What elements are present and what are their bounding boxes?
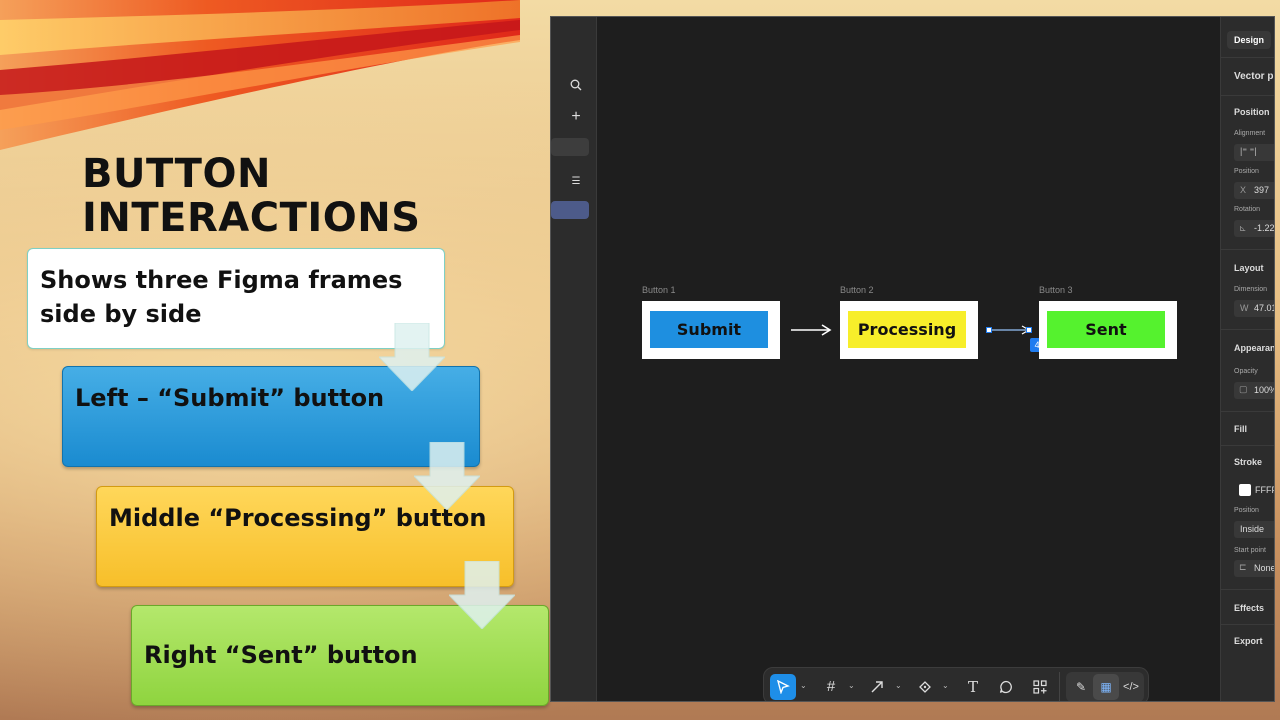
figma-screenshot: + ☰ Button 1 Submit Button 2 Processing … [550,16,1275,702]
chevron-down-icon[interactable]: ⌄ [848,681,855,690]
draw-mode-icon[interactable]: ✎ [1068,674,1094,700]
w-value: 47.01 [1254,303,1275,313]
stroke-heading: Stroke [1234,457,1263,467]
effects-heading: Effects [1234,603,1265,613]
dimensions-label: Dimension [1234,286,1268,293]
tab-design[interactable]: Design [1227,31,1271,49]
divider [1221,445,1274,446]
start-point-select[interactable]: ⊏ None [1234,560,1275,577]
divider [1221,249,1274,250]
arrow-right-icon [791,324,832,336]
divider [1221,411,1274,412]
design-mode-icon[interactable]: ▦ [1093,674,1119,700]
divider [1221,57,1274,58]
frame-label: Button 3 [1039,285,1073,295]
figma-canvas[interactable]: Button 1 Submit Button 2 Processing 47.0… [597,17,1220,701]
pen-icon[interactable] [912,674,938,700]
line-end-icon: ⊏ [1239,562,1247,572]
w-prefix: W [1240,303,1249,313]
stroke-color-value: FFFF [1255,485,1275,495]
x-position-field[interactable]: X 397 [1234,182,1274,199]
rotation-label: Rotation [1234,206,1261,213]
alignment-controls[interactable]: |⁼ ⁼| [1234,144,1274,161]
comment-icon[interactable] [993,674,1019,700]
stroke-color-swatch[interactable] [1239,484,1251,496]
move-icon[interactable] [770,674,796,700]
divider [1221,589,1274,590]
selected-layer-item[interactable] [551,201,589,219]
position-heading: Position [1234,107,1270,117]
frame-button-1[interactable]: Submit [642,301,780,359]
opacity-field[interactable]: ▢ 100% [1234,382,1275,399]
frame-icon[interactable]: # [818,674,844,700]
frame-label: Button 2 [840,285,874,295]
add-icon[interactable]: + [569,109,583,125]
actions-icon[interactable] [1027,674,1053,700]
export-heading: Export [1234,636,1263,646]
chevron-down-icon[interactable]: ⌄ [942,681,949,690]
page-item[interactable] [551,138,589,156]
stroke-position-label: Position [1234,507,1259,514]
text-icon[interactable]: T [960,674,986,700]
toolbar-separator [1059,672,1060,701]
frame-label: Button 1 [642,285,676,295]
down-arrow-icon [449,561,515,629]
opacity-icon: ▢ [1239,384,1248,394]
chevron-down-icon[interactable]: ⌄ [895,681,902,690]
decorative-swoosh [0,0,520,150]
down-arrow-icon [379,323,445,391]
x-value: 397 [1254,185,1270,195]
frame-button-2[interactable]: Processing [840,301,978,359]
divider [1221,329,1274,330]
opacity-value: 100% [1254,385,1275,395]
figma-left-sidebar: + ☰ [551,17,597,701]
down-arrow-icon [414,442,480,510]
frame-button-3[interactable]: Sent [1039,301,1177,359]
search-icon[interactable] [569,79,583,93]
processing-button[interactable]: Processing [848,311,966,348]
alignment-label: Alignment [1234,130,1266,137]
selected-vector-line[interactable] [986,324,1032,336]
submit-button[interactable]: Submit [650,311,768,348]
selection-title: Vector p [1234,71,1274,82]
rotation-value: -1.22 [1254,223,1275,233]
layers-list-icon[interactable]: ☰ [569,175,583,189]
layout-heading: Layout [1234,263,1264,273]
width-field[interactable]: W 47.01 [1234,300,1275,317]
mode-switcher: ✎ ▦ </> [1066,672,1144,701]
stroke-position-select[interactable]: Inside [1234,521,1274,538]
opacity-label: Opacity [1234,368,1258,375]
slide-title: BUTTON INTERACTIONS [82,151,421,241]
start-point-label: Start point [1234,547,1266,554]
x-prefix: X [1240,185,1247,195]
rotation-icon: ⊾ [1239,223,1247,233]
chevron-down-icon[interactable]: ⌄ [800,681,807,690]
divider [1221,624,1274,625]
appearance-heading: Appearan [1234,343,1275,353]
position-label: Position [1234,168,1259,175]
start-point-value: None [1254,563,1275,573]
dev-mode-icon[interactable]: </> [1118,674,1144,700]
fill-heading: Fill [1234,424,1247,434]
stroke-position-value: Inside [1240,524,1265,534]
figma-right-panel: Design Vector p Position Alignment |⁼ ⁼|… [1220,17,1275,701]
sent-button[interactable]: Sent [1047,311,1165,348]
bottom-toolbar: ⌄ # ⌄ ⌄ ⌄ T ✎ ▦ </> [763,667,1149,701]
rotation-field[interactable]: ⊾ -1.22 [1234,220,1275,237]
divider [1221,95,1274,96]
arrow-icon[interactable] [864,674,890,700]
